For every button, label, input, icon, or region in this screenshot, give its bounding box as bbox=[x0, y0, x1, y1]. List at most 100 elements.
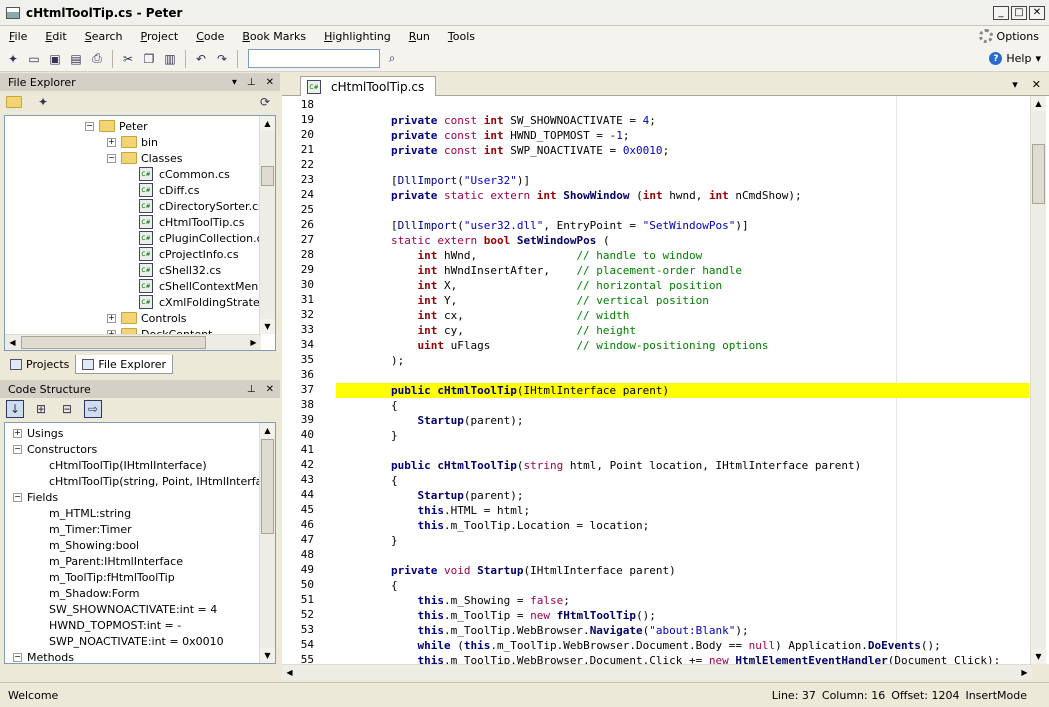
refresh-icon[interactable]: ⟳ bbox=[256, 93, 274, 111]
code-line[interactable]: } bbox=[338, 533, 398, 548]
help-button[interactable]: ? Help ▾ bbox=[989, 52, 1041, 65]
paste-icon[interactable]: ▥ bbox=[161, 50, 179, 68]
code-editor[interactable]: 18 19 20 21 22 23 24 25 26 27 28 29 30 31 32 33 34 35 36 37… bbox=[282, 96, 1049, 664]
expand-icon[interactable]: + bbox=[107, 137, 116, 147]
tree-file[interactable]: C# cDirectorySorter.cs bbox=[139, 198, 264, 214]
new-file-icon[interactable]: ✦ bbox=[4, 50, 22, 68]
tree-file[interactable]: C# cXmlFoldingStrategy bbox=[139, 294, 273, 310]
tab-list-icon[interactable]: ▾ bbox=[1012, 78, 1018, 91]
tree-file[interactable]: C# cProjectInfo.cs bbox=[139, 246, 239, 262]
scroll-thumb[interactable] bbox=[1032, 144, 1045, 204]
code-line[interactable]: int X, // horizontal position bbox=[338, 278, 722, 293]
tree-folder[interactable]: + bin bbox=[107, 134, 158, 150]
tab-projects[interactable]: Projects bbox=[4, 355, 75, 374]
structure-member[interactable]: m_Timer:Timer bbox=[49, 521, 132, 537]
code-line[interactable]: uint uFlags // window-positioning option… bbox=[338, 338, 768, 353]
scroll-down-icon[interactable]: ▼ bbox=[1031, 649, 1046, 664]
tree-file[interactable]: C# cShell32.cs bbox=[139, 262, 221, 278]
copy-icon[interactable]: ❐ bbox=[140, 50, 158, 68]
collapse-icon[interactable]: − bbox=[13, 652, 22, 662]
code-line[interactable]: { bbox=[338, 578, 398, 593]
collapse-icon[interactable]: − bbox=[107, 153, 116, 163]
code-line[interactable]: this.m_ToolTip.WebBrowser.Navigate("abou… bbox=[338, 623, 748, 638]
menu-file[interactable]: File bbox=[0, 30, 36, 43]
code-line[interactable]: { bbox=[338, 398, 398, 413]
structure-member[interactable]: SW_SHOWNOACTIVATE:int = 4 bbox=[49, 601, 217, 617]
code-structure-vscrollbar[interactable]: ▲ ▼ bbox=[259, 423, 275, 663]
code-line[interactable]: int cy, // height bbox=[338, 323, 636, 338]
menu-edit[interactable]: Edit bbox=[36, 30, 75, 43]
menu-search[interactable]: Search bbox=[76, 30, 132, 43]
file-explorer-vscrollbar[interactable]: ▲ ▼ bbox=[259, 116, 275, 334]
code-line[interactable]: [DllImport("user32.dll", EntryPoint = "S… bbox=[338, 218, 749, 233]
tree-folder[interactable]: + Controls bbox=[107, 310, 187, 326]
tree-file[interactable]: C# cPluginCollection.cs bbox=[139, 230, 268, 246]
close-icon[interactable]: ✕ bbox=[266, 77, 274, 88]
maximize-button[interactable]: □ bbox=[1011, 5, 1027, 20]
expand-all-icon[interactable]: ⊞ bbox=[32, 400, 50, 418]
scroll-right-icon[interactable]: ▶ bbox=[246, 335, 261, 350]
code-line[interactable]: this.m_ToolTip.Location = location; bbox=[338, 518, 649, 533]
collapse-all-icon[interactable]: ⊟ bbox=[58, 400, 76, 418]
dropdown-icon[interactable]: ▾ bbox=[232, 77, 237, 88]
quick-search-input[interactable] bbox=[248, 49, 380, 68]
tree-folder[interactable]: − Classes bbox=[107, 150, 182, 166]
code-line[interactable]: public cHtmlToolTip(string html, Point l… bbox=[338, 458, 861, 473]
code-line[interactable]: [DllImport("User32")] bbox=[338, 173, 530, 188]
print-icon[interactable]: ⎙ bbox=[88, 50, 106, 68]
structure-group[interactable]: − Methods bbox=[13, 649, 74, 663]
scroll-down-icon[interactable]: ▼ bbox=[260, 648, 275, 663]
menu-tools[interactable]: Tools bbox=[439, 30, 484, 43]
expand-icon[interactable]: + bbox=[107, 313, 116, 323]
scroll-up-icon[interactable]: ▲ bbox=[260, 423, 275, 438]
scroll-left-icon[interactable]: ◀ bbox=[282, 665, 297, 680]
code-line[interactable]: this.m_ToolTip = new fHtmlToolTip(); bbox=[338, 608, 655, 623]
close-icon[interactable]: ✕ bbox=[266, 384, 274, 395]
save-icon[interactable]: ▣ bbox=[46, 50, 64, 68]
menu-code[interactable]: Code bbox=[187, 30, 233, 43]
menu-highlighting[interactable]: Highlighting bbox=[315, 30, 400, 43]
scroll-up-icon[interactable]: ▲ bbox=[260, 116, 275, 131]
menu-project[interactable]: Project bbox=[132, 30, 188, 43]
undo-icon[interactable]: ↶ bbox=[192, 50, 210, 68]
structure-member[interactable]: m_Parent:IHtmlInterface bbox=[49, 553, 183, 569]
collapse-icon[interactable]: − bbox=[85, 121, 94, 131]
code-line[interactable]: int hWnd, // handle to window bbox=[338, 248, 702, 263]
structure-group[interactable]: + Usings bbox=[13, 425, 64, 441]
structure-member[interactable]: m_HTML:string bbox=[49, 505, 131, 521]
scroll-left-icon[interactable]: ◀ bbox=[5, 335, 20, 350]
code-line[interactable]: int Y, // vertical position bbox=[338, 293, 708, 308]
code-line[interactable]: this.HTML = html; bbox=[338, 503, 530, 518]
sort-icon[interactable]: ↓ bbox=[6, 400, 24, 418]
structure-member[interactable]: m_Shadow:Form bbox=[49, 585, 139, 601]
code-line[interactable]: private const int SW_SHOWNOACTIVATE = 4; bbox=[338, 113, 656, 128]
tree-file[interactable]: C# cCommon.cs bbox=[139, 166, 230, 182]
close-icon[interactable]: ✕ bbox=[1032, 78, 1041, 91]
tab-file-explorer[interactable]: File Explorer bbox=[75, 355, 174, 374]
scroll-down-icon[interactable]: ▼ bbox=[260, 319, 275, 334]
tab-chtmltooltip[interactable]: C# cHtmlToolTip.cs bbox=[300, 76, 436, 97]
cut-icon[interactable]: ✂ bbox=[119, 50, 137, 68]
tree-file[interactable]: C# cHtmlToolTip.cs bbox=[139, 214, 244, 230]
code-line[interactable]: private static extern int ShowWindow (in… bbox=[338, 188, 802, 203]
code-line[interactable]: } bbox=[338, 428, 398, 443]
scroll-up-icon[interactable]: ▲ bbox=[1031, 96, 1046, 111]
code-line[interactable]: static extern bool SetWindowPos ( bbox=[338, 233, 610, 248]
tree-folder[interactable]: − Peter bbox=[85, 118, 148, 134]
structure-member[interactable]: m_Showing:bool bbox=[49, 537, 139, 553]
file-explorer-hscrollbar[interactable]: ◀ ▶ bbox=[5, 334, 261, 350]
code-line[interactable]: { bbox=[338, 473, 398, 488]
editor-vscrollbar[interactable]: ▲ ▼ bbox=[1030, 96, 1046, 664]
scroll-right-icon[interactable]: ▶ bbox=[1017, 665, 1032, 680]
redo-icon[interactable]: ↷ bbox=[213, 50, 231, 68]
open-folder-icon[interactable]: ▭ bbox=[25, 50, 43, 68]
menu-bookmarks[interactable]: Book Marks bbox=[233, 30, 315, 43]
code-line[interactable]: while (this.m_ToolTip.WebBrowser.Documen… bbox=[338, 638, 940, 653]
find-icon[interactable]: ⌕ bbox=[383, 50, 401, 68]
minimize-button[interactable]: _ bbox=[993, 5, 1009, 20]
scroll-thumb[interactable] bbox=[21, 336, 206, 349]
structure-member[interactable]: SWP_NOACTIVATE:int = 0x0010 bbox=[49, 633, 224, 649]
scroll-thumb[interactable] bbox=[261, 439, 274, 534]
structure-group[interactable]: − Fields bbox=[13, 489, 58, 505]
code-line[interactable]: Startup(parent); bbox=[338, 413, 523, 428]
